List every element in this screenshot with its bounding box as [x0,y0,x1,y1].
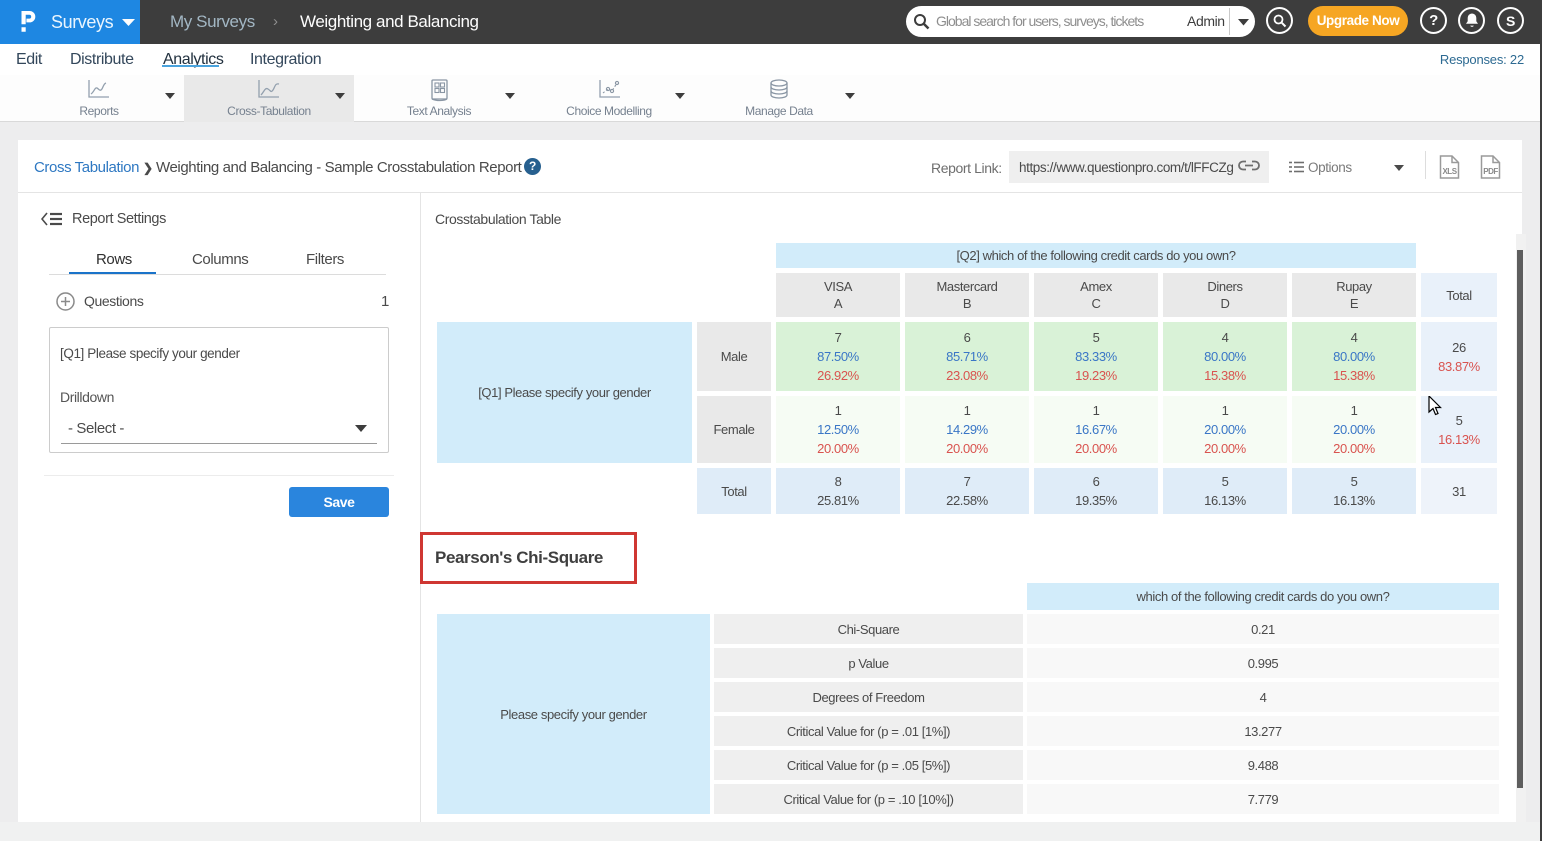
svg-text:XLS: XLS [1442,167,1457,176]
svg-text:PDF: PDF [1483,167,1498,176]
